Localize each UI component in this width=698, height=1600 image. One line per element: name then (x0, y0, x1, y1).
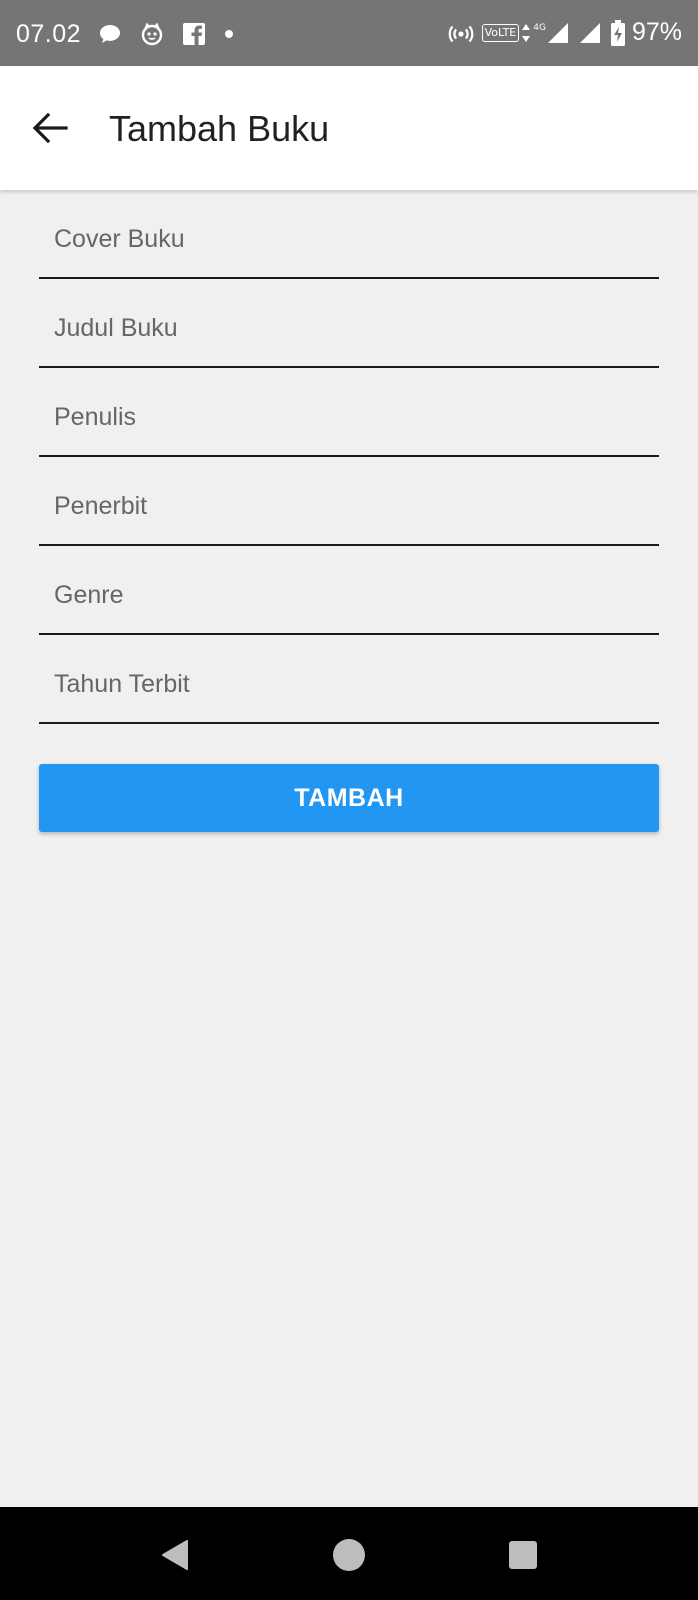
penulis-field (39, 368, 659, 457)
recents-square-icon (509, 1541, 537, 1569)
battery-charging-icon (610, 19, 626, 46)
penerbit-input[interactable] (39, 468, 659, 544)
genre-input[interactable] (39, 557, 659, 633)
penulis-input[interactable] (39, 379, 659, 455)
hotspot-icon (448, 21, 474, 45)
home-circle-icon (333, 1539, 365, 1571)
cover-buku-field (39, 190, 659, 279)
navigation-bar (0, 1507, 698, 1600)
tahun-terbit-input[interactable] (39, 646, 659, 722)
tambah-button[interactable]: TAMBAH (39, 764, 659, 832)
facebook-icon (182, 22, 206, 46)
nav-home-button[interactable] (329, 1535, 369, 1575)
judul-buku-input[interactable] (39, 290, 659, 366)
signal-icon (546, 21, 570, 45)
notification-icons (98, 22, 252, 46)
judul-buku-field (39, 279, 659, 368)
app-bar: Tambah Buku (0, 66, 698, 190)
status-time: 07.02 (16, 20, 82, 48)
volte-icon: VoLTE 4G (481, 22, 546, 43)
signal-icon (578, 21, 602, 45)
back-button[interactable] (28, 106, 72, 150)
chat-bubble-icon (98, 23, 122, 45)
dot-icon (224, 29, 234, 39)
page-title: Tambah Buku (109, 108, 330, 149)
status-bar: 07.02 VoLTE 4G 97% (0, 0, 698, 66)
system-status-icons: VoLTE 4G 97% (440, 18, 682, 47)
network-type-label: 4G (533, 22, 546, 33)
add-book-form (39, 190, 659, 724)
tahun-terbit-field (39, 635, 659, 724)
arrow-left-icon (32, 112, 68, 144)
screen: 07.02 VoLTE 4G 97% Tambah Buku Cover Buk… (0, 0, 698, 1600)
volte-label: VoLTE (481, 23, 520, 42)
cover-buku-input[interactable] (39, 201, 659, 277)
penerbit-field (39, 457, 659, 546)
cat-face-icon (140, 22, 164, 46)
battery-percent: 97% (631, 18, 682, 46)
nav-back-button[interactable] (155, 1535, 195, 1575)
back-triangle-icon (162, 1540, 188, 1570)
nav-recents-button[interactable] (503, 1535, 543, 1575)
genre-field (39, 546, 659, 635)
